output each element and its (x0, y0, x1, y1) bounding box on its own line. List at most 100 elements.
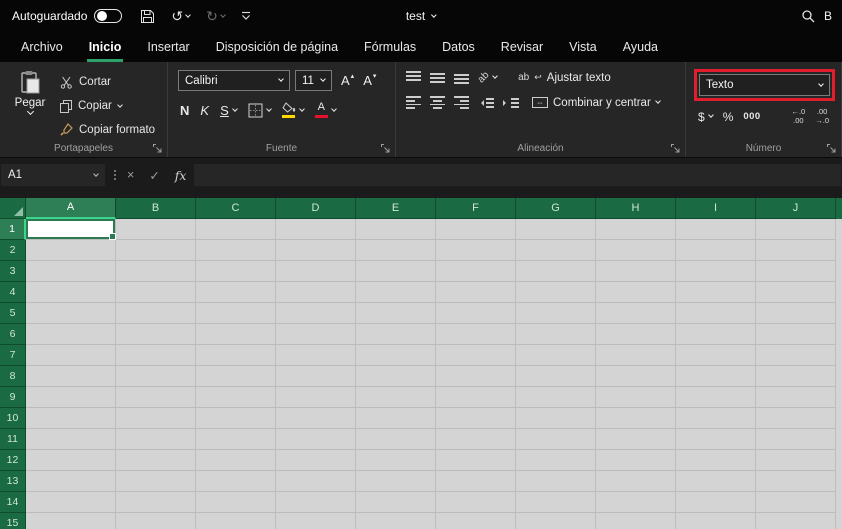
align-bottom-button[interactable] (454, 71, 469, 84)
cell-G2[interactable] (516, 240, 596, 261)
cell-D11[interactable] (276, 429, 356, 450)
cell-D7[interactable] (276, 345, 356, 366)
cell-H12[interactable] (596, 450, 676, 471)
row-header-12[interactable]: 12 (0, 450, 26, 471)
cell-D10[interactable] (276, 408, 356, 429)
column-header-J[interactable]: J (756, 198, 836, 219)
align-middle-button[interactable] (430, 71, 445, 84)
undo-chevron-icon[interactable] (185, 11, 191, 18)
cell-J1[interactable] (756, 219, 836, 240)
tab-formulas[interactable]: Fórmulas (351, 32, 429, 62)
insert-function-button[interactable]: fx (175, 168, 187, 183)
column-header-G[interactable]: G (516, 198, 596, 219)
cell-A9[interactable] (26, 387, 116, 408)
font-dialog-launcher[interactable] (381, 144, 390, 153)
cell-J5[interactable] (756, 303, 836, 324)
number-format-combo[interactable]: Texto (699, 74, 830, 96)
cell-J9[interactable] (756, 387, 836, 408)
row-header-11[interactable]: 11 (0, 429, 26, 450)
cell-J8[interactable] (756, 366, 836, 387)
orientation-button[interactable]: ab (476, 70, 498, 85)
paste-button[interactable]: Pegar (8, 68, 52, 139)
row-header-15[interactable]: 15 (0, 513, 26, 529)
cut-button[interactable]: Cortar (60, 73, 155, 92)
comma-style-button[interactable]: 000 (743, 111, 760, 122)
underline-chevron-icon[interactable] (231, 105, 238, 112)
cell-B6[interactable] (116, 324, 196, 345)
cell-J12[interactable] (756, 450, 836, 471)
cell-J15[interactable] (756, 513, 836, 529)
cell-B14[interactable] (116, 492, 196, 513)
cell-E8[interactable] (356, 366, 436, 387)
tab-ayuda[interactable]: Ayuda (610, 32, 671, 62)
cell-I4[interactable] (676, 282, 756, 303)
decrease-indent-button[interactable] (478, 97, 494, 108)
align-left-button[interactable] (406, 96, 421, 109)
cell-A4[interactable] (26, 282, 116, 303)
underline-button[interactable]: S (220, 103, 238, 118)
cell-I10[interactable] (676, 408, 756, 429)
cell-F1[interactable] (436, 219, 516, 240)
copy-button[interactable]: Copiar (60, 97, 155, 116)
cell-B10[interactable] (116, 408, 196, 429)
row-header-10[interactable]: 10 (0, 408, 26, 429)
cell-B3[interactable] (116, 261, 196, 282)
cell-F12[interactable] (436, 450, 516, 471)
align-center-button[interactable] (430, 96, 445, 109)
decrease-decimal-button[interactable]: .00 →.0 (815, 107, 829, 125)
row-header-3[interactable]: 3 (0, 261, 26, 282)
redo-chevron-icon[interactable] (220, 11, 226, 18)
cell-G6[interactable] (516, 324, 596, 345)
row-header-8[interactable]: 8 (0, 366, 26, 387)
cell-C1[interactable] (196, 219, 276, 240)
cell-G4[interactable] (516, 282, 596, 303)
alignment-dialog-launcher[interactable] (671, 144, 680, 153)
cell-C11[interactable] (196, 429, 276, 450)
cell-G11[interactable] (516, 429, 596, 450)
cell-I15[interactable] (676, 513, 756, 529)
cell-C7[interactable] (196, 345, 276, 366)
column-header-H[interactable]: H (596, 198, 676, 219)
cell-H10[interactable] (596, 408, 676, 429)
cell-G12[interactable] (516, 450, 596, 471)
bold-button[interactable]: N (180, 103, 189, 118)
document-title[interactable]: test (406, 9, 438, 23)
cell-C8[interactable] (196, 366, 276, 387)
cell-B7[interactable] (116, 345, 196, 366)
cell-B8[interactable] (116, 366, 196, 387)
cell-D6[interactable] (276, 324, 356, 345)
cell-I2[interactable] (676, 240, 756, 261)
cell-E1[interactable] (356, 219, 436, 240)
cell-C12[interactable] (196, 450, 276, 471)
format-painter-button[interactable]: Copiar formato (60, 120, 155, 139)
cell-D4[interactable] (276, 282, 356, 303)
clipboard-dialog-launcher[interactable] (153, 144, 162, 153)
cell-F4[interactable] (436, 282, 516, 303)
cell-H7[interactable] (596, 345, 676, 366)
increase-font-size-button[interactable]: A ▴ (341, 73, 354, 88)
cell-H13[interactable] (596, 471, 676, 492)
enter-button[interactable]: ✓ (149, 168, 159, 183)
cell-E13[interactable] (356, 471, 436, 492)
font-color-button[interactable]: A (314, 102, 337, 118)
cell-J10[interactable] (756, 408, 836, 429)
column-header-F[interactable]: F (436, 198, 516, 219)
copy-chevron-icon[interactable] (117, 101, 123, 108)
merge-center-button[interactable]: ⇔ Combinar y centrar (532, 97, 661, 109)
font-name-combo[interactable]: Calibri (178, 70, 290, 91)
orientation-chevron-icon[interactable] (492, 73, 498, 79)
cell-C2[interactable] (196, 240, 276, 261)
row-header-1[interactable]: 1 (0, 219, 26, 240)
cell-E6[interactable] (356, 324, 436, 345)
cell-F15[interactable] (436, 513, 516, 529)
cell-F8[interactable] (436, 366, 516, 387)
cell-A2[interactable] (26, 240, 116, 261)
cell-D1[interactable] (276, 219, 356, 240)
cell-E7[interactable] (356, 345, 436, 366)
cell-I7[interactable] (676, 345, 756, 366)
borders-button[interactable] (248, 103, 272, 118)
name-box[interactable]: A1 (1, 164, 105, 186)
cell-F3[interactable] (436, 261, 516, 282)
cell-A6[interactable] (26, 324, 116, 345)
cell-C14[interactable] (196, 492, 276, 513)
